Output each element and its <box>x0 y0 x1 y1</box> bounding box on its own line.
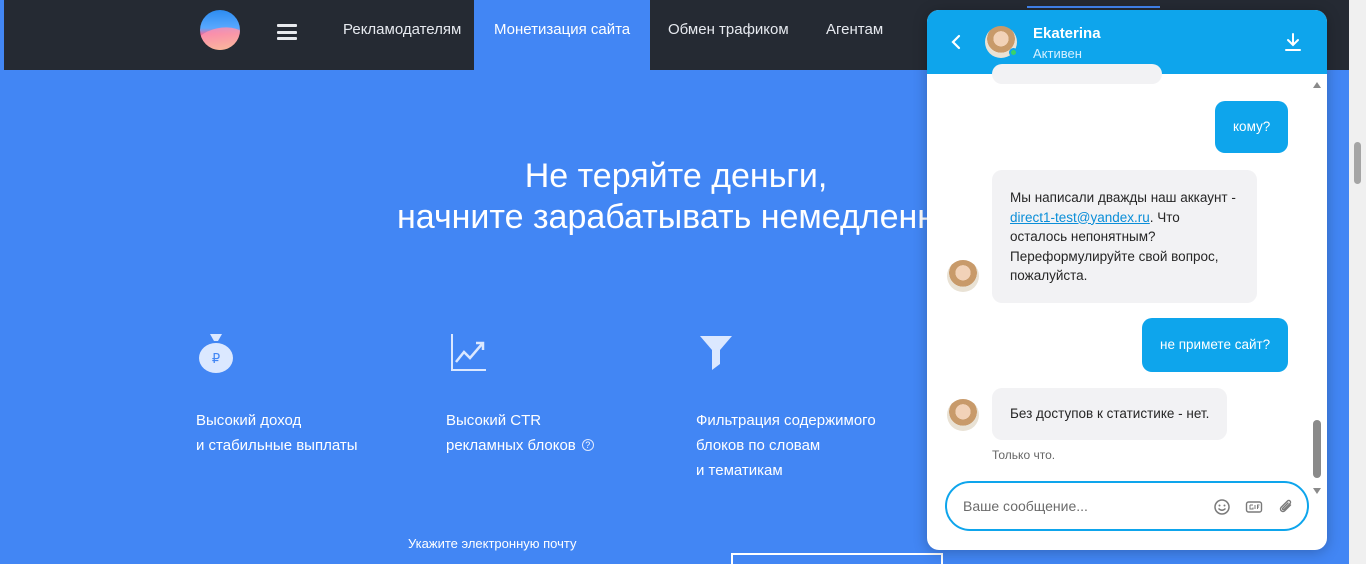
gif-icon[interactable] <box>1245 498 1263 516</box>
feature-content-filter: Фильтрация содержимого блоков по словам … <box>696 330 876 483</box>
filter-icon <box>700 336 732 370</box>
agent-message-avatar <box>947 399 979 431</box>
chat-widget: Ekaterina Активен кому? Мы написали дваж… <box>927 10 1327 550</box>
site-logo[interactable] <box>200 10 240 50</box>
emoji-icon[interactable] <box>1213 498 1231 516</box>
email-submit-button[interactable] <box>731 553 943 564</box>
agent-avatar <box>985 26 1018 58</box>
svg-text:₽: ₽ <box>212 352 220 367</box>
user-message: кому? <box>1215 101 1289 153</box>
agent-message-text: Мы написали дважды наш аккаунт - <box>1010 190 1236 205</box>
feature-text-line: Фильтрация содержимого <box>696 412 876 429</box>
agent-status: Активен <box>1033 46 1082 61</box>
agent-name: Ekaterina <box>1033 25 1101 42</box>
nav-button-outline <box>1027 6 1160 8</box>
download-icon[interactable] <box>1284 32 1302 52</box>
user-message: не примете сайт? <box>1142 318 1289 372</box>
back-arrow-icon[interactable] <box>949 32 963 52</box>
nav-item-agents[interactable]: Агентам <box>806 0 903 70</box>
online-status-dot <box>1009 48 1018 57</box>
feature-text-line: Высокий CTR <box>446 412 542 429</box>
chat-message-list[interactable]: кому? Мы написали дважды наш аккаунт - d… <box>927 64 1327 474</box>
page-scrollbar[interactable] <box>1349 0 1366 564</box>
feature-text-line: и тематикам <box>696 462 783 479</box>
hamburger-menu-icon[interactable] <box>277 24 297 40</box>
nav-item-advertisers[interactable]: Рекламодателям <box>323 0 481 70</box>
chat-scrollbar-thumb[interactable] <box>1313 420 1321 478</box>
page-scrollbar-thumb[interactable] <box>1354 142 1361 184</box>
message-input[interactable] <box>963 494 1193 518</box>
feature-high-ctr: Высокий CTR рекламных блоков? <box>446 330 594 458</box>
previous-message-bubble <box>992 64 1162 84</box>
agent-message: Мы написали дважды наш аккаунт - direct1… <box>992 170 1257 303</box>
agent-message-avatar <box>947 260 979 292</box>
feature-text-line: рекламных блоков <box>446 437 576 454</box>
nav-item-monetization[interactable]: Монетизация сайта <box>474 0 651 70</box>
email-link[interactable]: direct1-test@yandex.ru <box>1010 210 1150 225</box>
chart-growth-icon <box>451 334 486 371</box>
message-composer <box>945 481 1309 531</box>
help-icon[interactable]: ? <box>581 439 594 451</box>
feature-text-line: блоков по словам <box>696 437 821 454</box>
message-timestamp: Только что. <box>992 448 1056 462</box>
email-prompt-label: Укажите электронную почту <box>408 536 577 551</box>
feature-text-line: и стабильные выплаты <box>196 437 358 454</box>
agent-message: Без доступов к статистике - нет. <box>992 388 1228 440</box>
money-bag-icon: ₽ <box>199 334 233 373</box>
scroll-down-arrow-icon[interactable] <box>1313 488 1321 494</box>
chat-scrollbar[interactable] <box>1312 82 1322 494</box>
nav-item-traffic-exchange[interactable]: Обмен трафиком <box>648 0 809 70</box>
feature-high-income: ₽ Высокий доход и стабильные выплаты <box>196 330 358 458</box>
scroll-up-arrow-icon[interactable] <box>1313 82 1321 88</box>
paperclip-icon[interactable] <box>1277 498 1295 516</box>
feature-text-line: Высокий доход <box>196 412 302 429</box>
